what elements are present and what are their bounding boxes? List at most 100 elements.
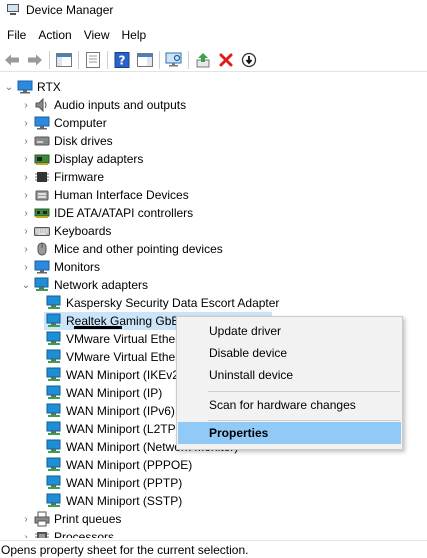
tree-category-label: Firmware — [54, 170, 104, 184]
ide-controller-icon — [34, 205, 50, 221]
status-text: Opens property sheet for the current sel… — [1, 542, 249, 557]
tree-category-keyboards[interactable]: › Keyboards — [20, 222, 113, 240]
tree-category-mice[interactable]: › Mice and other pointing devices — [20, 240, 225, 258]
tree-category-firmware[interactable]: › Firmware — [20, 168, 106, 186]
annotation-underline — [74, 326, 122, 329]
speaker-icon — [34, 97, 50, 113]
tree-category-computer[interactable]: › Computer — [20, 114, 109, 132]
printer-icon — [34, 511, 50, 527]
menu-help[interactable]: Help — [116, 28, 153, 42]
network-adapter-icon — [46, 295, 62, 311]
tree-root[interactable]: ⌄ RTX — [0, 78, 63, 96]
toolbar-separator — [159, 50, 160, 69]
forward-arrow-icon — [28, 54, 42, 65]
network-adapter-icon — [34, 277, 50, 293]
firmware-chip-icon — [34, 169, 50, 185]
tree-category-ide[interactable]: › IDE ATA/ATAPI controllers — [20, 204, 195, 222]
tree-category-audio[interactable]: › Audio inputs and outputs — [20, 96, 188, 114]
network-adapter-icon — [46, 331, 62, 347]
network-adapter-icon — [46, 385, 62, 401]
show-hide-console-tree-button[interactable] — [54, 50, 74, 70]
keyboard-icon — [34, 223, 50, 239]
menu-item-disable-device[interactable]: Disable device — [178, 342, 401, 364]
back-button[interactable] — [2, 50, 22, 70]
menu-file[interactable]: File — [0, 28, 32, 42]
scan-hardware-monitor-icon — [165, 52, 182, 66]
network-adapter-item[interactable]: WAN Miniport (SSTP) — [44, 492, 184, 510]
chevron-right-icon[interactable]: › — [20, 222, 32, 240]
network-adapter-icon — [46, 493, 62, 509]
back-arrow-icon — [5, 54, 19, 65]
chevron-right-icon[interactable]: › — [20, 168, 32, 186]
menu-item-scan-hardware[interactable]: Scan for hardware changes — [178, 394, 401, 416]
network-adapter-item[interactable]: WAN Miniport (IP) — [44, 384, 164, 402]
toolbar-separator — [78, 50, 79, 69]
menu-item-properties[interactable]: Properties — [178, 422, 401, 444]
chevron-right-icon[interactable]: › — [20, 186, 32, 204]
menu-view[interactable]: View — [78, 28, 116, 42]
network-adapter-item[interactable]: WAN Miniport (IPv6) — [44, 402, 177, 420]
properties-button[interactable] — [83, 50, 103, 70]
tree-category-label: Processors — [54, 530, 115, 538]
svg-text:?: ? — [119, 53, 126, 67]
menu-action[interactable]: Action — [32, 28, 77, 42]
chevron-right-icon[interactable]: › — [20, 114, 32, 132]
tree-category-display-adapters[interactable]: › Display adapters — [20, 150, 145, 168]
uninstall-device-button[interactable] — [216, 50, 236, 70]
chevron-right-icon[interactable]: › — [20, 258, 32, 276]
update-driver-button[interactable] — [193, 50, 213, 70]
chevron-right-icon[interactable]: › — [20, 528, 32, 539]
chevron-right-icon[interactable]: › — [20, 240, 32, 258]
network-adapter-label: WAN Miniport (SSTP) — [66, 494, 183, 508]
chevron-right-icon[interactable]: › — [20, 510, 32, 528]
chevron-right-icon[interactable]: › — [20, 204, 32, 222]
network-adapter-item[interactable]: WAN Miniport (PPPOE) — [44, 456, 194, 474]
chevron-right-icon[interactable]: › — [20, 132, 32, 150]
chevron-down-icon[interactable]: ⌄ — [3, 78, 15, 96]
network-adapter-label: WAN Miniport (L2TP) — [66, 422, 180, 436]
action-pane-button[interactable] — [135, 50, 155, 70]
help-button[interactable]: ? — [112, 50, 132, 70]
network-adapter-icon — [46, 403, 62, 419]
network-adapter-label: WAN Miniport (PPPOE) — [66, 458, 193, 472]
toolbar-separator — [49, 50, 50, 69]
forward-button[interactable] — [25, 50, 45, 70]
disk-drive-icon — [34, 133, 50, 149]
network-adapter-label: WAN Miniport (IKEv2) — [66, 368, 183, 382]
tree-category-label: Print queues — [54, 512, 122, 526]
tree-category-disk-drives[interactable]: › Disk drives — [20, 132, 115, 150]
network-adapter-label: WAN Miniport (IP) — [66, 386, 163, 400]
network-adapter-item[interactable]: WAN Miniport (IKEv2) — [44, 366, 185, 384]
tree-category-processors[interactable]: › Processors — [20, 528, 116, 538]
disable-device-button[interactable] — [239, 50, 259, 70]
tree-category-label: Human Interface Devices — [54, 188, 189, 202]
network-adapter-label: Kaspersky Security Data Escort Adapter — [66, 296, 280, 310]
tree-category-label: Monitors — [54, 260, 101, 274]
network-adapter-item[interactable]: WAN Miniport (L2TP) — [44, 420, 182, 438]
network-adapter-item[interactable]: Kaspersky Security Data Escort Adapter — [44, 294, 281, 312]
tree-category-hid[interactable]: › Human Interface Devices — [20, 186, 191, 204]
title-bar: Device Manager — [0, 0, 427, 20]
tree-category-label: Network adapters — [54, 278, 149, 292]
network-adapter-icon — [46, 349, 62, 365]
chevron-down-icon[interactable]: ⌄ — [20, 276, 32, 294]
tree-category-label: Mice and other pointing devices — [54, 242, 223, 256]
menu-item-update-driver[interactable]: Update driver — [178, 320, 401, 342]
menu-separator — [208, 391, 400, 392]
tree-category-network-adapters[interactable]: ⌄ Network adapters — [20, 276, 150, 294]
scan-hardware-button[interactable] — [164, 50, 184, 70]
network-adapter-label: WAN Miniport (IPv6) — [66, 404, 175, 418]
network-adapter-icon — [46, 457, 62, 473]
network-adapter-icon — [46, 439, 62, 455]
monitor-icon — [34, 259, 50, 275]
network-adapter-icon — [46, 313, 62, 329]
toolbar: ? — [0, 48, 427, 72]
tree-category-label: Audio inputs and outputs — [54, 98, 187, 112]
menu-item-uninstall-device[interactable]: Uninstall device — [178, 364, 401, 386]
network-adapter-item[interactable]: WAN Miniport (PPTP) — [44, 474, 184, 492]
tree-category-label: Display adapters — [54, 152, 144, 166]
tree-category-monitors[interactable]: › Monitors — [20, 258, 102, 276]
chevron-right-icon[interactable]: › — [20, 150, 32, 168]
chevron-right-icon[interactable]: › — [20, 96, 32, 114]
tree-category-print-queues[interactable]: › Print queues — [20, 510, 123, 528]
